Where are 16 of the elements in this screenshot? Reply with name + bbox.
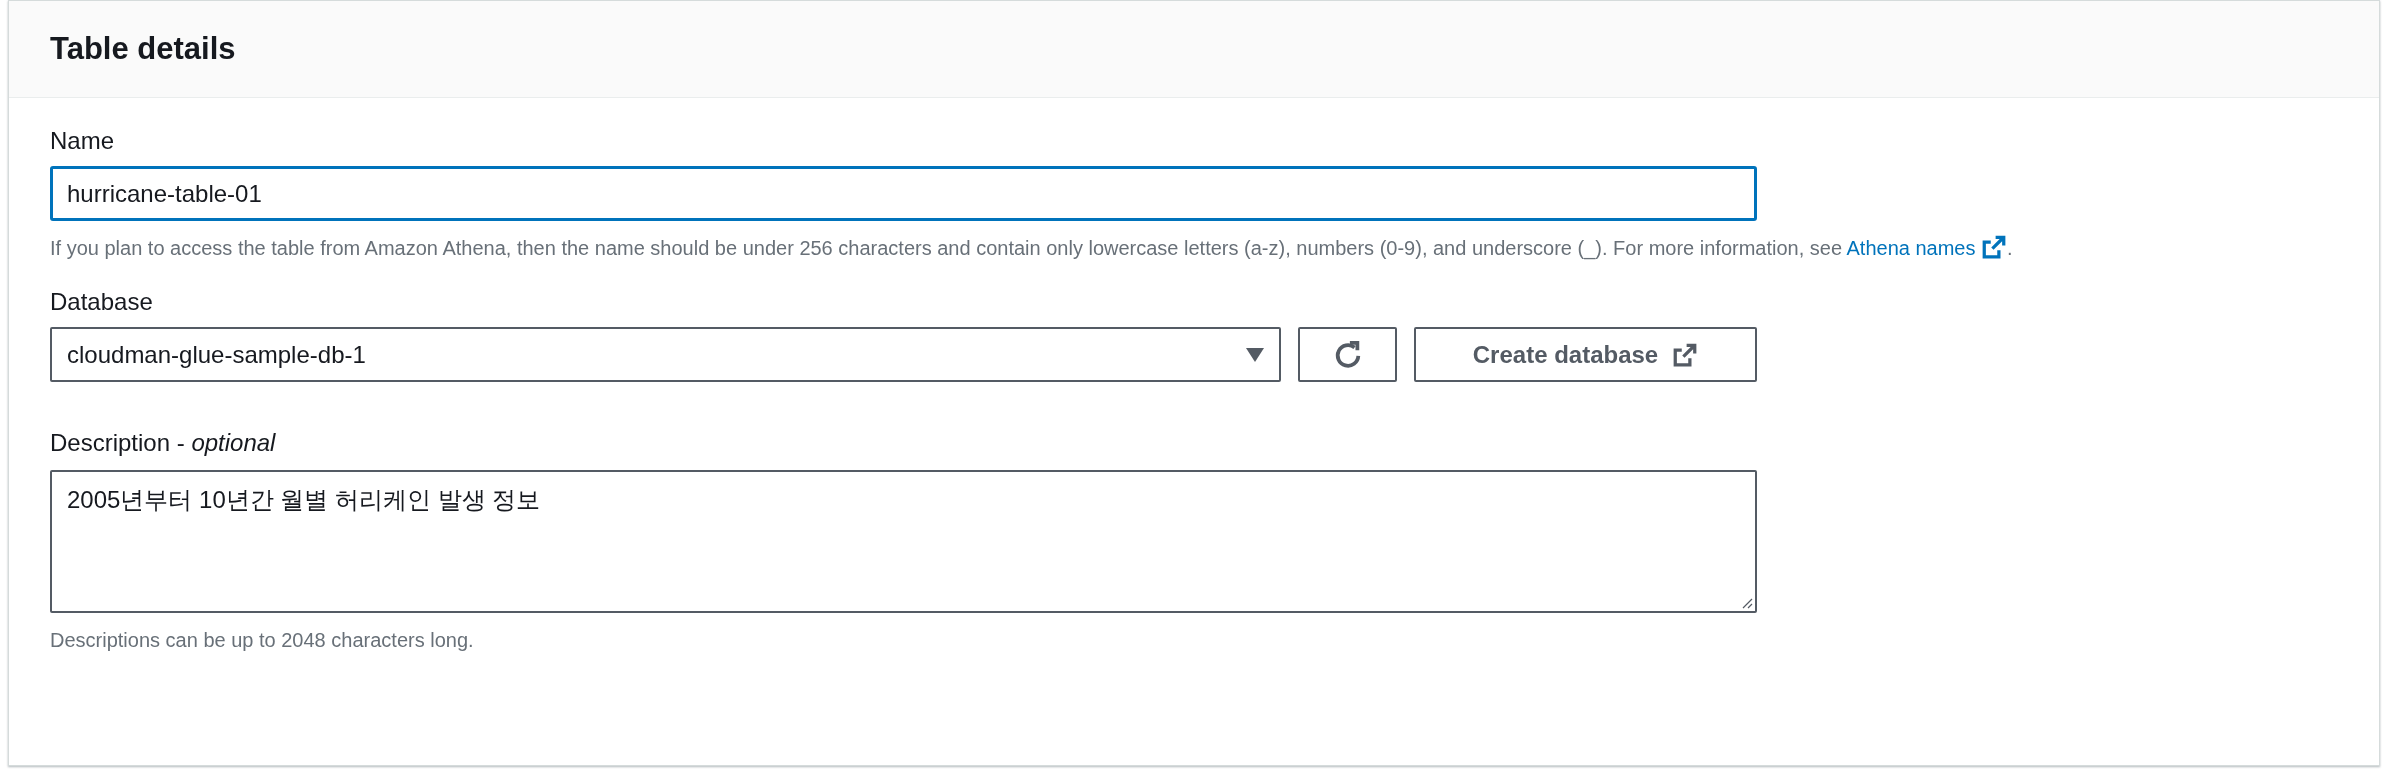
database-select[interactable]: cloudman-glue-sample-db-1	[50, 327, 1281, 382]
database-label: Database	[50, 287, 154, 317]
athena-names-link[interactable]: Athena names	[1846, 237, 2008, 259]
name-hint: If you plan to access the table from Amazon Athena, then the name should be under 256 characters and contain only lowercase letters (a-z), numbers (0-9), and underscore (_). For more information, see Athena names .	[50, 233, 2340, 263]
description-hint: Descriptions can be up to 2048 characters long.	[50, 628, 475, 653]
name-input[interactable]: hurricane-table-01	[50, 166, 1757, 221]
caret-icon	[1246, 347, 1264, 362]
external-link-icon	[1672, 341, 1699, 368]
description-label: Description - optional	[50, 428, 277, 458]
name-label: Name	[50, 126, 116, 156]
create-database-button[interactable]: Create database	[1414, 327, 1757, 382]
refresh-button[interactable]	[1298, 327, 1397, 382]
description-textarea[interactable]: 2005년부터 10년간 월별 허리케인 발생 정보	[50, 470, 1757, 613]
external-link-icon	[1981, 234, 2008, 260]
panel-title: Table details	[50, 29, 236, 68]
resize-handle-icon[interactable]	[1741, 597, 1753, 609]
